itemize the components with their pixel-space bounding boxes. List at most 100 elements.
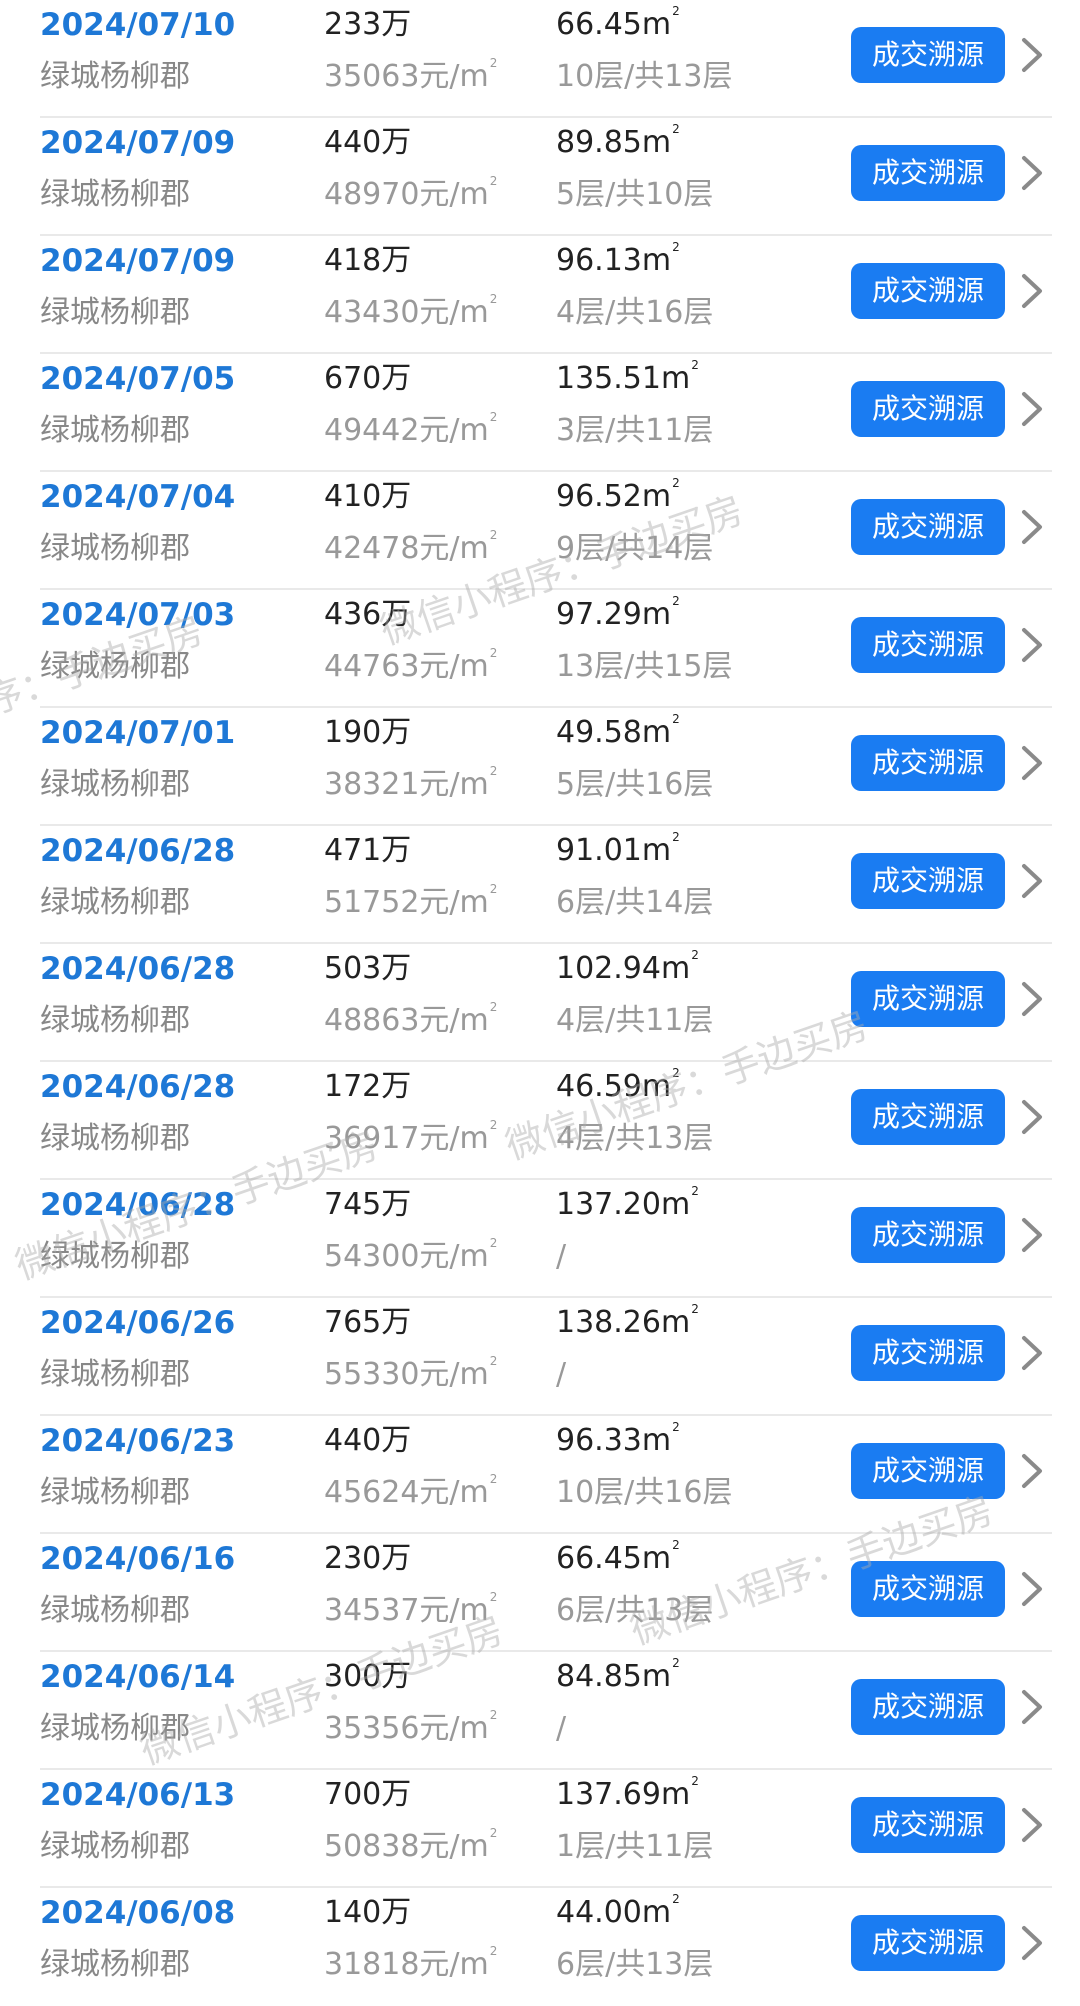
transaction-row[interactable]: 2024/07/10 绿城杨柳郡 233万 35063元/m2 66.45m2 …: [40, 0, 1052, 118]
trace-transaction-button[interactable]: 成交溯源: [851, 381, 1005, 437]
community-name: 绿城杨柳郡: [40, 767, 190, 802]
chevron-right-icon[interactable]: [1018, 1924, 1048, 1962]
trace-transaction-button[interactable]: 成交溯源: [851, 1561, 1005, 1617]
square-mark: 2: [489, 410, 498, 424]
floor-level: 5层/共16层: [556, 767, 714, 802]
unit-price: 42478元/m2: [324, 528, 498, 566]
trace-transaction-button[interactable]: 成交溯源: [851, 735, 1005, 791]
unit-price: 49442元/m2: [324, 410, 498, 448]
transaction-row[interactable]: 2024/06/16 绿城杨柳郡 230万 34537元/m2 66.45m2 …: [40, 1534, 1052, 1652]
square-mark: 2: [672, 122, 680, 136]
floor-level: 4层/共16层: [556, 295, 714, 330]
unit-price: 35063元/m2: [324, 56, 498, 94]
deal-date: 2024/07/01: [40, 715, 236, 751]
transaction-row[interactable]: 2024/06/13 绿城杨柳郡 700万 50838元/m2 137.69m2…: [40, 1770, 1052, 1888]
chevron-right-icon[interactable]: [1018, 272, 1048, 310]
trace-transaction-button[interactable]: 成交溯源: [851, 1325, 1005, 1381]
transaction-row[interactable]: 2024/06/23 绿城杨柳郡 440万 45624元/m2 96.33m2 …: [40, 1416, 1052, 1534]
square-mark: 2: [672, 476, 680, 490]
square-mark: 2: [489, 1118, 498, 1132]
transaction-row[interactable]: 2024/06/14 绿城杨柳郡 300万 35356元/m2 84.85m2 …: [40, 1652, 1052, 1770]
chevron-right-icon[interactable]: [1018, 744, 1048, 782]
chevron-right-icon[interactable]: [1018, 1098, 1048, 1136]
transaction-row[interactable]: 2024/07/03 绿城杨柳郡 436万 44763元/m2 97.29m2 …: [40, 590, 1052, 708]
transaction-row[interactable]: 2024/07/05 绿城杨柳郡 670万 49442元/m2 135.51m2…: [40, 354, 1052, 472]
chevron-right-icon[interactable]: [1018, 1216, 1048, 1254]
square-mark: 2: [691, 358, 699, 372]
chevron-right-icon[interactable]: [1018, 1688, 1048, 1726]
community-name: 绿城杨柳郡: [40, 1711, 190, 1746]
transaction-row[interactable]: 2024/06/28 绿城杨柳郡 503万 48863元/m2 102.94m2…: [40, 944, 1052, 1062]
floor-level: 6层/共14层: [556, 885, 714, 920]
floor-area: 46.59m2: [556, 1066, 680, 1104]
square-mark: 2: [672, 1420, 680, 1434]
square-mark: 2: [489, 1000, 498, 1014]
transaction-row[interactable]: 2024/06/28 绿城杨柳郡 172万 36917元/m2 46.59m2 …: [40, 1062, 1052, 1180]
total-price: 700万: [324, 1777, 412, 1812]
trace-transaction-button[interactable]: 成交溯源: [851, 1207, 1005, 1263]
chevron-right-icon[interactable]: [1018, 508, 1048, 546]
total-price: 765万: [324, 1305, 412, 1340]
trace-transaction-button[interactable]: 成交溯源: [851, 617, 1005, 673]
floor-level: /: [556, 1357, 567, 1392]
transaction-row[interactable]: 2024/07/01 绿城杨柳郡 190万 38321元/m2 49.58m2 …: [40, 708, 1052, 826]
trace-transaction-button[interactable]: 成交溯源: [851, 971, 1005, 1027]
deal-date: 2024/07/05: [40, 361, 236, 397]
trace-transaction-button[interactable]: 成交溯源: [851, 853, 1005, 909]
square-mark: 2: [489, 1944, 498, 1958]
floor-area: 84.85m2: [556, 1656, 680, 1694]
chevron-right-icon[interactable]: [1018, 390, 1048, 428]
transaction-row[interactable]: 2024/07/09 绿城杨柳郡 440万 48970元/m2 89.85m2 …: [40, 118, 1052, 236]
square-mark: 2: [672, 1066, 680, 1080]
floor-level: 4层/共11层: [556, 1003, 714, 1038]
square-mark: 2: [489, 1826, 498, 1840]
community-name: 绿城杨柳郡: [40, 1003, 190, 1038]
square-mark: 2: [489, 1354, 498, 1368]
trace-transaction-button[interactable]: 成交溯源: [851, 1089, 1005, 1145]
total-price: 233万: [324, 7, 412, 42]
floor-area: 66.45m2: [556, 1538, 680, 1576]
community-name: 绿城杨柳郡: [40, 885, 190, 920]
floor-level: 9层/共14层: [556, 531, 714, 566]
trace-transaction-button[interactable]: 成交溯源: [851, 499, 1005, 555]
square-mark: 2: [489, 764, 498, 778]
square-mark: 2: [489, 1590, 498, 1604]
trace-transaction-button[interactable]: 成交溯源: [851, 1797, 1005, 1853]
transaction-row[interactable]: 2024/06/08 绿城杨柳郡 140万 31818元/m2 44.00m2 …: [40, 1888, 1052, 2006]
chevron-right-icon[interactable]: [1018, 1452, 1048, 1490]
trace-transaction-button[interactable]: 成交溯源: [851, 27, 1005, 83]
trace-transaction-button[interactable]: 成交溯源: [851, 1679, 1005, 1735]
trace-transaction-button[interactable]: 成交溯源: [851, 263, 1005, 319]
trace-transaction-button[interactable]: 成交溯源: [851, 145, 1005, 201]
square-mark: 2: [672, 1538, 680, 1552]
total-price: 190万: [324, 715, 412, 750]
community-name: 绿城杨柳郡: [40, 531, 190, 566]
transaction-row[interactable]: 2024/06/26 绿城杨柳郡 765万 55330元/m2 138.26m2…: [40, 1298, 1052, 1416]
total-price: 418万: [324, 243, 412, 278]
total-price: 300万: [324, 1659, 412, 1694]
trace-transaction-button[interactable]: 成交溯源: [851, 1443, 1005, 1499]
total-price: 440万: [324, 125, 412, 160]
transaction-row[interactable]: 2024/06/28 绿城杨柳郡 745万 54300元/m2 137.20m2…: [40, 1180, 1052, 1298]
chevron-right-icon[interactable]: [1018, 1570, 1048, 1608]
chevron-right-icon[interactable]: [1018, 154, 1048, 192]
chevron-right-icon[interactable]: [1018, 36, 1048, 74]
transaction-row[interactable]: 2024/07/09 绿城杨柳郡 418万 43430元/m2 96.13m2 …: [40, 236, 1052, 354]
chevron-right-icon[interactable]: [1018, 626, 1048, 664]
transaction-row[interactable]: 2024/07/04 绿城杨柳郡 410万 42478元/m2 96.52m2 …: [40, 472, 1052, 590]
community-name: 绿城杨柳郡: [40, 649, 190, 684]
chevron-right-icon[interactable]: [1018, 980, 1048, 1018]
floor-area: 66.45m2: [556, 4, 680, 42]
floor-area: 135.51m2: [556, 358, 699, 396]
trace-transaction-button[interactable]: 成交溯源: [851, 1915, 1005, 1971]
transaction-row[interactable]: 2024/06/28 绿城杨柳郡 471万 51752元/m2 91.01m2 …: [40, 826, 1052, 944]
community-name: 绿城杨柳郡: [40, 59, 190, 94]
square-mark: 2: [489, 646, 498, 660]
total-price: 745万: [324, 1187, 412, 1222]
square-mark: 2: [691, 948, 699, 962]
chevron-right-icon[interactable]: [1018, 862, 1048, 900]
deal-date: 2024/06/28: [40, 1069, 236, 1105]
chevron-right-icon[interactable]: [1018, 1806, 1048, 1844]
chevron-right-icon[interactable]: [1018, 1334, 1048, 1372]
floor-level: 13层/共15层: [556, 649, 733, 684]
